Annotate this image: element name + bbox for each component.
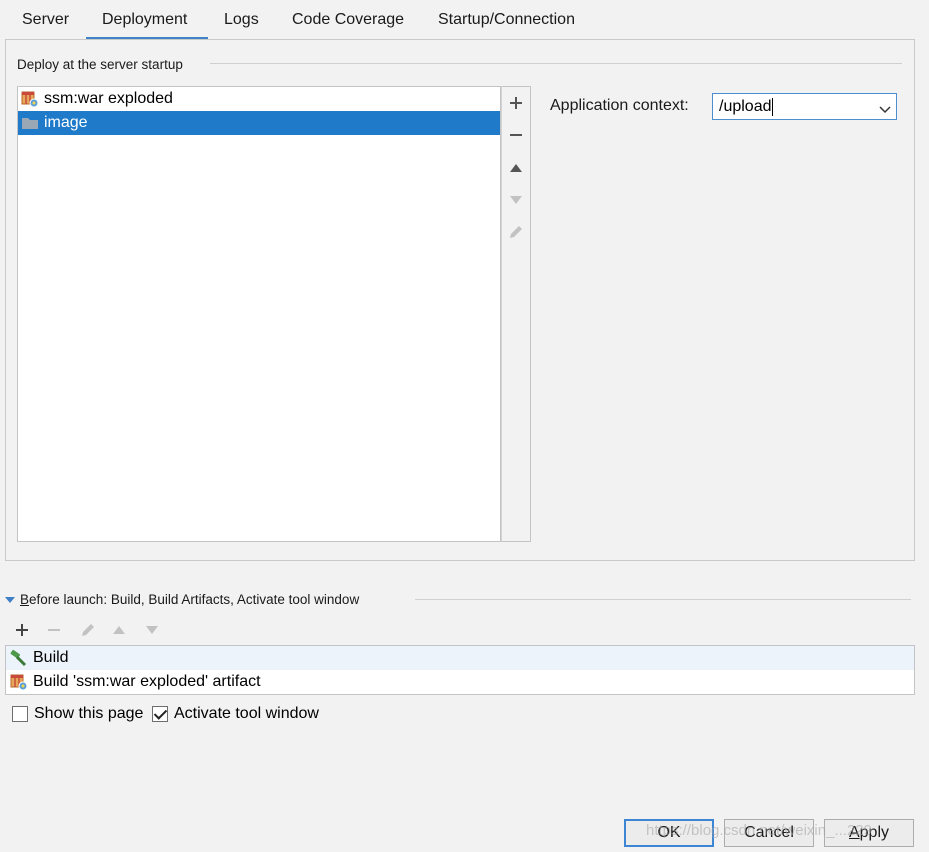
move-down-icon <box>138 618 166 642</box>
deploy-list-toolbar <box>501 86 531 542</box>
edit-icon <box>74 618 102 642</box>
tab-deployment[interactable]: Deployment <box>86 0 208 40</box>
add-icon[interactable] <box>502 89 530 117</box>
move-up-icon <box>105 618 133 642</box>
cancel-button[interactable]: Cancel <box>724 819 814 847</box>
apply-button[interactable]: Apply <box>824 819 914 847</box>
task-label: Build <box>33 649 69 666</box>
move-down-icon <box>502 186 530 214</box>
war-artifact-icon <box>10 673 28 691</box>
before-launch-title: Before launch: Build, Build Artifacts, A… <box>20 592 360 607</box>
list-item[interactable]: ssm:war exploded <box>18 87 500 111</box>
before-launch-task-list[interactable]: Build Build 'ssm:war exploded' artifact <box>5 645 915 695</box>
tab-server[interactable]: Server <box>6 0 85 40</box>
list-item[interactable]: Build <box>6 646 914 670</box>
checkbox-label: Show this page <box>34 705 144 722</box>
tab-logs[interactable]: Logs <box>208 0 275 40</box>
remove-icon[interactable] <box>502 121 530 149</box>
application-context-value[interactable]: /upload <box>719 98 773 116</box>
checkbox-box[interactable] <box>12 706 28 722</box>
list-item-selected[interactable]: image <box>18 111 500 135</box>
expand-triangle-icon[interactable] <box>5 597 15 603</box>
tab-code-coverage[interactable]: Code Coverage <box>276 0 420 40</box>
task-label: Build 'ssm:war exploded' artifact <box>33 673 261 690</box>
before-launch-header[interactable]: Before launch: Build, Build Artifacts, A… <box>5 592 915 610</box>
list-item[interactable]: Build 'ssm:war exploded' artifact <box>6 670 914 694</box>
deploy-panel: Deploy at the server startup ssm:war exp… <box>5 39 915 561</box>
checkbox-box-checked[interactable] <box>152 706 168 722</box>
artifact-label: image <box>44 114 88 131</box>
ok-button[interactable]: OK <box>624 819 714 847</box>
activate-tool-window-checkbox[interactable]: Activate tool window <box>152 704 319 724</box>
show-page-checkbox[interactable]: Show this page <box>12 704 143 724</box>
tab-startup-connection[interactable]: Startup/Connection <box>422 0 591 40</box>
war-artifact-icon <box>21 90 39 108</box>
application-context-combo[interactable]: /upload <box>712 93 897 120</box>
add-icon[interactable] <box>8 618 36 642</box>
before-launch-toolbar <box>8 618 208 642</box>
checkbox-label: Activate tool window <box>174 705 319 722</box>
tab-bar: Server Deployment Logs Code Coverage Sta… <box>0 0 929 40</box>
hammer-icon <box>10 649 28 667</box>
folder-icon <box>21 114 39 132</box>
artifact-list[interactable]: ssm:war exploded image <box>17 86 501 542</box>
edit-icon <box>502 218 530 246</box>
deploy-group-title: Deploy at the server startup <box>17 57 183 72</box>
application-context-label: Application context: <box>550 97 689 114</box>
chevron-down-icon[interactable] <box>878 100 892 114</box>
remove-icon <box>40 618 68 642</box>
move-up-icon[interactable] <box>502 154 530 182</box>
group-divider <box>210 63 902 64</box>
artifact-label: ssm:war exploded <box>44 90 173 107</box>
before-launch-divider <box>415 599 911 600</box>
